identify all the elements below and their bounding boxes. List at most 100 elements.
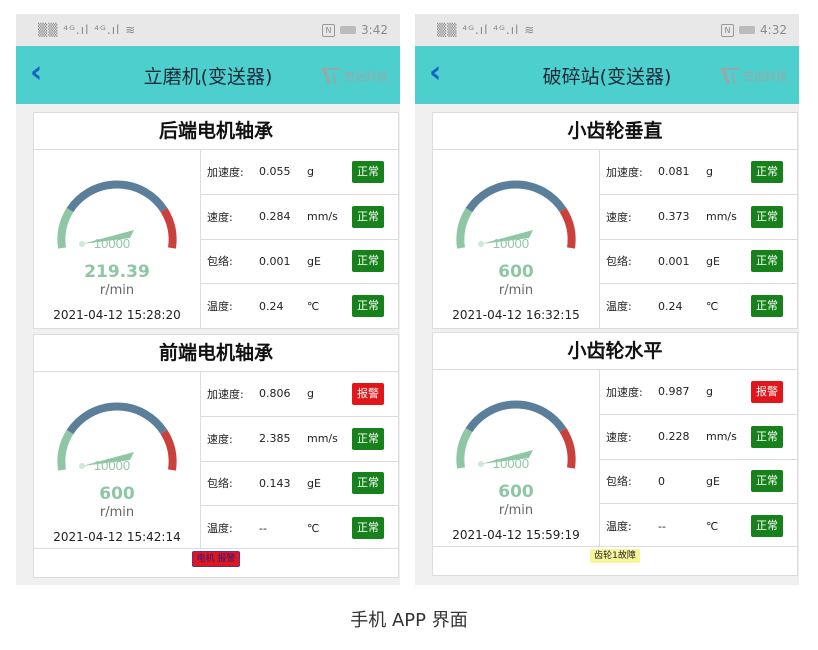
reading-timestamp: 2021-04-12 16:32:15 [452, 308, 580, 322]
status-badge[interactable]: 正常 [352, 250, 384, 273]
status-badge[interactable]: 正常 [352, 205, 384, 228]
measure-unit: ℃ [307, 521, 320, 535]
measurement-table: 加速度: 0.081 g 正常 速度: 0.373 mm/s 正常 包络: 0.… [600, 150, 797, 328]
gauge-scale-label: 10000 [493, 236, 529, 251]
rpm-value: 219.39 [84, 262, 150, 282]
measurement-row-temperature: 温度: 0.24 ℃ 正常 [600, 284, 797, 328]
measurement-row-envelope: 包络: 0 gE 正常 [600, 460, 797, 505]
measure-unit: g [307, 387, 314, 401]
measure-label: 包络: [207, 477, 233, 491]
rpm-value: 600 [498, 262, 534, 282]
measurement-row-envelope: 包络: 0.001 gE 正常 [600, 240, 797, 285]
status-time: 4:32 [760, 23, 787, 37]
sensor-card[interactable]: 小齿轮水平 10000 600 r/min 2021-04-12 15:59:1… [432, 332, 798, 549]
measure-unit: ℃ [706, 299, 719, 313]
gauge-scale-label: 10000 [493, 456, 529, 471]
measure-label: 速度: [207, 432, 233, 446]
reading-timestamp: 2021-04-12 15:42:14 [53, 530, 181, 544]
measure-unit: g [706, 165, 713, 179]
status-badge[interactable]: 正常 [352, 472, 384, 495]
status-bar: ▒▒ ⁴ᴳ.ıl ⁴ᴳ.ıl ≋ N 4:32 [415, 14, 799, 46]
gauge-panel: 10000 219.39 r/min 2021-04-12 15:28:20 [34, 150, 201, 328]
status-badge[interactable]: 正常 [751, 425, 783, 448]
status-badge[interactable]: 正常 [751, 160, 783, 183]
measure-unit: mm/s [307, 432, 338, 446]
measurement-row-envelope: 包络: 0.001 gE 正常 [201, 240, 398, 285]
sensor-card[interactable]: 后端电机轴承 10000 219.39 r/min 2021-04-12 15:… [33, 112, 399, 329]
measure-unit: gE [307, 254, 321, 268]
speedometer-gauge-icon: 10000 [456, 180, 576, 251]
gauge-scale-label: 10000 [94, 236, 130, 251]
measurement-table: 加速度: 0.806 g 报警 速度: 2.385 mm/s 正常 包络: 0.… [201, 372, 398, 550]
phone-screen-left: ▒▒ ⁴ᴳ.ıl ⁴ᴳ.ıl ≋ N 3:42 ‹ 立磨机(变送器) 宏远科技 … [16, 14, 400, 585]
alarm-badge[interactable]: 报警 [352, 382, 384, 405]
status-badge[interactable]: 正常 [352, 427, 384, 450]
logo-text: 宏远科技 [743, 70, 787, 83]
app-bar: ‹ 破碎站(变送器) 宏远科技 [415, 46, 799, 104]
gauge-panel: 10000 600 r/min 2021-04-12 15:42:14 [34, 372, 201, 550]
signal-wifi-icons: ▒▒ ⁴ᴳ.ıl ⁴ᴳ.ıl ≋ [38, 23, 137, 37]
measure-value: -- [259, 521, 267, 535]
status-time: 3:42 [361, 23, 388, 37]
status-badge[interactable]: 正常 [751, 205, 783, 228]
measure-label: 加速度: [207, 165, 244, 179]
measure-label: 温度: [207, 300, 233, 314]
status-badge[interactable]: 正常 [352, 295, 384, 318]
status-badge[interactable]: 正常 [751, 470, 783, 493]
measure-unit: g [706, 385, 713, 399]
sensor-card[interactable]: 前端电机轴承 10000 600 r/min 2021-04-12 15:42:… [33, 334, 399, 551]
sensor-title: 后端电机轴承 [34, 113, 398, 150]
rpm-unit: r/min [498, 283, 534, 298]
measure-unit: gE [706, 254, 720, 268]
measure-unit: ℃ [706, 519, 719, 533]
alarm-badge[interactable]: 报警 [751, 380, 783, 403]
measure-label: 速度: [606, 210, 632, 224]
measure-label: 速度: [207, 210, 233, 224]
status-badge[interactable]: 正常 [751, 250, 783, 273]
measure-unit: mm/s [706, 210, 737, 224]
measure-value: 0.987 [658, 385, 690, 399]
measurement-row-temperature: 温度: -- ℃ 正常 [600, 504, 797, 548]
measure-unit: gE [706, 474, 720, 488]
measure-unit: gE [307, 476, 321, 490]
status-badge[interactable]: 正常 [751, 515, 783, 538]
battery-icon [340, 26, 357, 34]
page-title: 破碎站(变送器) [542, 65, 672, 88]
chevron-left-icon[interactable]: ‹ [429, 58, 441, 88]
measure-value: 0.24 [658, 299, 683, 313]
battery-icon [739, 26, 756, 34]
signal-wifi-icons: ▒▒ ⁴ᴳ.ıl ⁴ᴳ.ıl ≋ [437, 23, 536, 37]
measurement-row-acceleration: 加速度: 0.806 g 报警 [201, 372, 398, 417]
measure-value: 0.081 [658, 165, 690, 179]
measurement-row-acceleration: 加速度: 0.081 g 正常 [600, 150, 797, 195]
speedometer-gauge-icon: 10000 [57, 180, 177, 251]
fault-tag[interactable]: 齿轮1故障 [590, 549, 640, 563]
measurement-table: 加速度: 0.987 g 报警 速度: 0.228 mm/s 正常 包络: 0 … [600, 370, 797, 548]
measure-value: -- [658, 519, 666, 533]
chevron-left-icon[interactable]: ‹ [30, 58, 42, 88]
status-badge[interactable]: 正常 [352, 517, 384, 540]
gauge-panel: 10000 600 r/min 2021-04-12 15:59:19 [433, 370, 600, 548]
status-badge[interactable]: 正常 [352, 160, 384, 183]
fault-tag[interactable]: 电机 报警 [191, 551, 241, 567]
status-badge[interactable]: 正常 [751, 295, 783, 318]
sensor-card[interactable]: 小齿轮垂直 10000 600 r/min 2021-04-12 16:32:1… [432, 112, 798, 329]
measure-label: 温度: [606, 520, 632, 534]
phone-screen-right: ▒▒ ⁴ᴳ.ıl ⁴ᴳ.ıl ≋ N 4:32 ‹ 破碎站(变送器) 宏远科技 … [415, 14, 799, 585]
measurement-row-velocity: 速度: 0.284 mm/s 正常 [201, 195, 398, 240]
nfc-icon: N [721, 23, 735, 37]
measurement-row-acceleration: 加速度: 0.987 g 报警 [600, 370, 797, 415]
fault-footer: 齿轮1故障 [432, 546, 798, 576]
speedometer-gauge-icon: 10000 [456, 400, 576, 471]
measure-label: 温度: [207, 522, 233, 536]
rpm-value: 600 [498, 482, 534, 502]
rpm-unit: r/min [99, 283, 135, 298]
measure-value: 0.24 [259, 299, 284, 313]
company-logo-icon: 宏远科技 [320, 66, 388, 86]
measure-value: 0.228 [658, 430, 690, 444]
company-logo-icon: 宏远科技 [719, 66, 787, 86]
rpm-unit: r/min [99, 505, 135, 520]
logo-text: 宏远科技 [344, 70, 388, 83]
measurement-row-velocity: 速度: 0.373 mm/s 正常 [600, 195, 797, 240]
measure-value: 2.385 [259, 432, 291, 446]
